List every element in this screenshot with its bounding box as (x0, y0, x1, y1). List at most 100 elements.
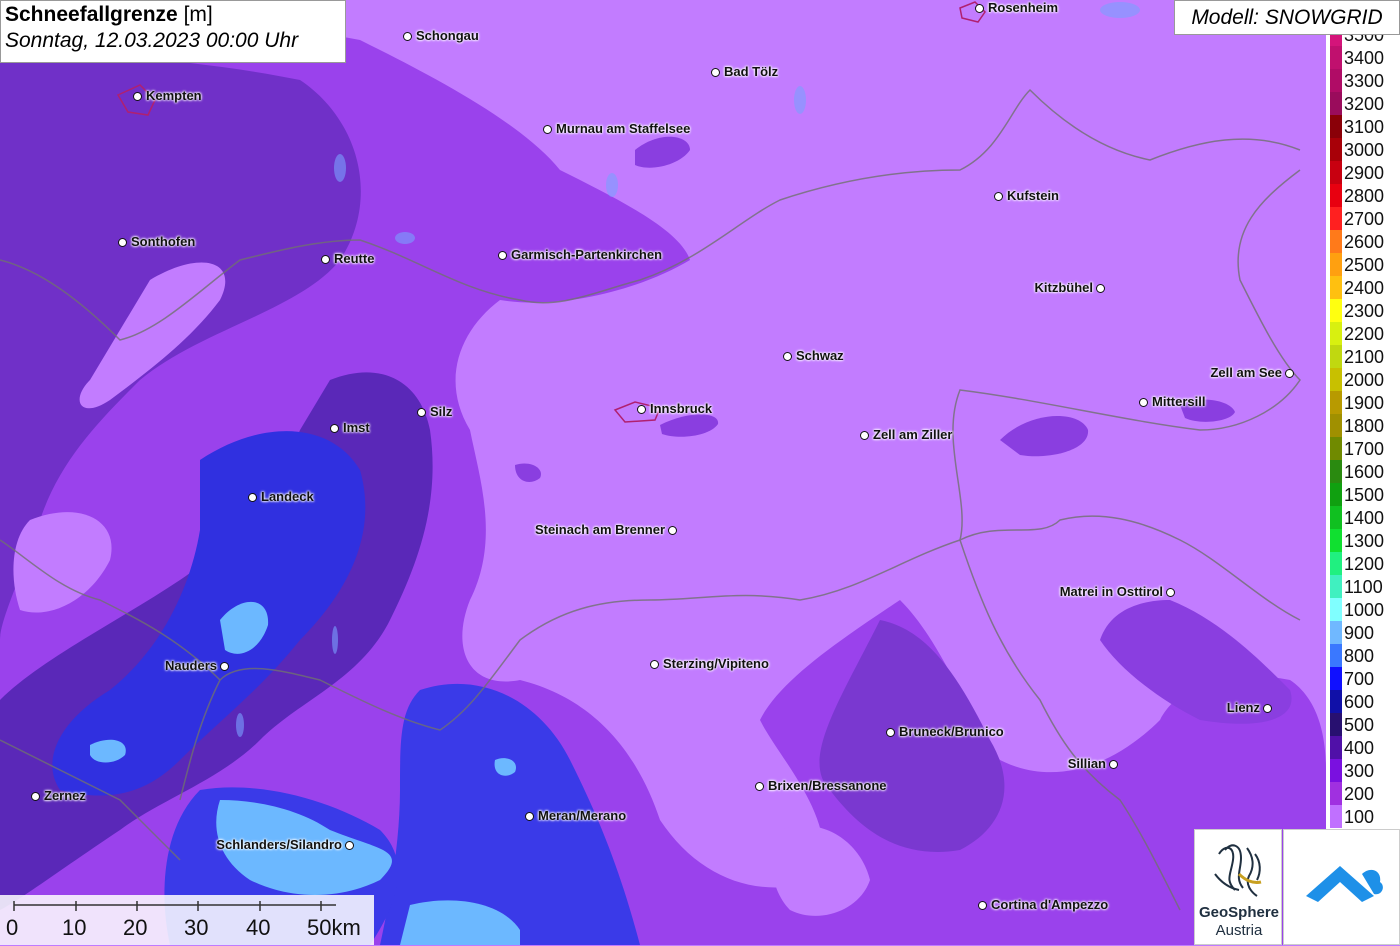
city-label: Schwaz (796, 348, 844, 363)
legend-swatch (1330, 552, 1342, 575)
city-marker-icon (248, 493, 257, 502)
legend-swatch (1330, 138, 1342, 161)
scale-label-20: 20 (123, 915, 148, 940)
legend-swatch (1330, 759, 1342, 782)
cloud-mountain-icon (1306, 866, 1383, 902)
legend-row: 1600 (1326, 460, 1400, 483)
legend-label: 2600 (1344, 232, 1385, 252)
city-label: Sterzing/Vipiteno (663, 656, 769, 671)
legend-row: 1400 (1326, 506, 1400, 529)
legend-label: 3400 (1344, 48, 1385, 68)
legend-row: 800 (1326, 644, 1400, 667)
legend-swatch (1330, 460, 1342, 483)
legend-swatch (1330, 713, 1342, 736)
legend-row: 2100 (1326, 345, 1400, 368)
legend-swatch (1330, 414, 1342, 437)
legend-swatch (1330, 598, 1342, 621)
legend-label: 3100 (1344, 117, 1385, 137)
legend-swatch (1330, 253, 1342, 276)
city-label: Kufstein (1007, 188, 1059, 203)
legend-label: 600 (1344, 692, 1375, 712)
legend-swatch (1330, 35, 1342, 46)
legend-row: 3300 (1326, 69, 1400, 92)
color-legend: 3500 3400 3300 3200 3100 3000 2900 2800 2700 2600… (1326, 35, 1400, 831)
legend-row: 3000 (1326, 138, 1400, 161)
legend-label: 2200 (1344, 324, 1385, 344)
city-label: Cortina d'Ampezzo (991, 897, 1109, 912)
city-marker-icon (1139, 398, 1148, 407)
legend-label: 300 (1344, 761, 1375, 781)
legend-row: 1700 (1326, 437, 1400, 460)
legend-label: 3200 (1344, 94, 1385, 114)
city-label: Brixen/Bressanone (768, 778, 887, 793)
legend-swatch (1330, 115, 1342, 138)
city-marker-icon (498, 251, 507, 260)
legend-swatch (1330, 391, 1342, 414)
legend-label: 1200 (1344, 554, 1385, 574)
legend-swatch (1330, 506, 1342, 529)
legend-row: 2300 (1326, 299, 1400, 322)
legend-swatch (1330, 276, 1342, 299)
legend-label: 1700 (1344, 439, 1385, 459)
legend-label: 2800 (1344, 186, 1385, 206)
snowfall-line-map[interactable] (0, 0, 1400, 945)
scale-label-0: 0 (6, 915, 19, 940)
legend-row: 3400 (1326, 46, 1400, 69)
geosphere-logo-line1: GeoSphere (1198, 904, 1280, 921)
city-marker-icon (711, 68, 720, 77)
legend-row: 100 (1326, 805, 1400, 828)
city-label: Mittersill (1152, 394, 1206, 409)
legend-row: 300 (1326, 759, 1400, 782)
legend-label: 2500 (1344, 255, 1385, 275)
city-marker-icon (650, 660, 659, 669)
legend-row: 400 (1326, 736, 1400, 759)
scale-label-10: 10 (62, 915, 87, 940)
legend-label: 1400 (1344, 508, 1385, 528)
city-marker-icon (321, 255, 330, 264)
city-label: Murnau am Staffelsee (556, 121, 691, 136)
legend-row: 2000 (1326, 368, 1400, 391)
city-marker-icon (1263, 704, 1272, 713)
city-marker-icon (994, 192, 1003, 201)
city-label: Nauders (164, 658, 217, 673)
legend-row: 1300 (1326, 529, 1400, 552)
legend-swatch (1330, 322, 1342, 345)
legend-swatch (1330, 184, 1342, 207)
map-timestamp: Sonntag, 12.03.2023 00:00 Uhr (5, 29, 299, 52)
legend-swatch (1330, 230, 1342, 253)
city-marker-icon (978, 901, 987, 910)
city-marker-icon (975, 4, 984, 13)
legend-swatch (1330, 92, 1342, 115)
legend-row: 600 (1326, 690, 1400, 713)
legend-label: 3500 (1344, 35, 1385, 45)
legend-row: 2700 (1326, 207, 1400, 230)
legend-label: 1900 (1344, 393, 1385, 413)
city-marker-icon (1109, 760, 1118, 769)
city-marker-icon (118, 238, 127, 247)
legend-row: 1800 (1326, 414, 1400, 437)
geosphere-logo-line2: Austria (1215, 922, 1263, 939)
legend-label: 1100 (1344, 577, 1383, 597)
legend-swatch (1330, 644, 1342, 667)
legend-swatch (1330, 690, 1342, 713)
legend-label: 1600 (1344, 462, 1385, 482)
city-label: Schongau (416, 28, 479, 43)
legend-label: 2700 (1344, 209, 1385, 229)
city-marker-icon (133, 92, 142, 101)
city-marker-icon (886, 728, 895, 737)
city-marker-icon (525, 812, 534, 821)
city-label: Sillian (1067, 756, 1106, 771)
legend-label: 200 (1344, 784, 1375, 804)
legend-label: 900 (1344, 623, 1375, 643)
city-marker-icon (783, 352, 792, 361)
legend-label: 1000 (1344, 600, 1385, 620)
legend-label: 2300 (1344, 301, 1385, 321)
legend-row: 700 (1326, 667, 1400, 690)
city-marker-icon (1096, 284, 1105, 293)
legend-row: 200 (1326, 782, 1400, 805)
legend-swatch (1330, 529, 1342, 552)
legend-row: 2200 (1326, 322, 1400, 345)
map-title: Schneefallgrenze [m] (5, 3, 213, 26)
city-label: Garmisch-Partenkirchen (511, 247, 663, 262)
legend-row: 3100 (1326, 115, 1400, 138)
